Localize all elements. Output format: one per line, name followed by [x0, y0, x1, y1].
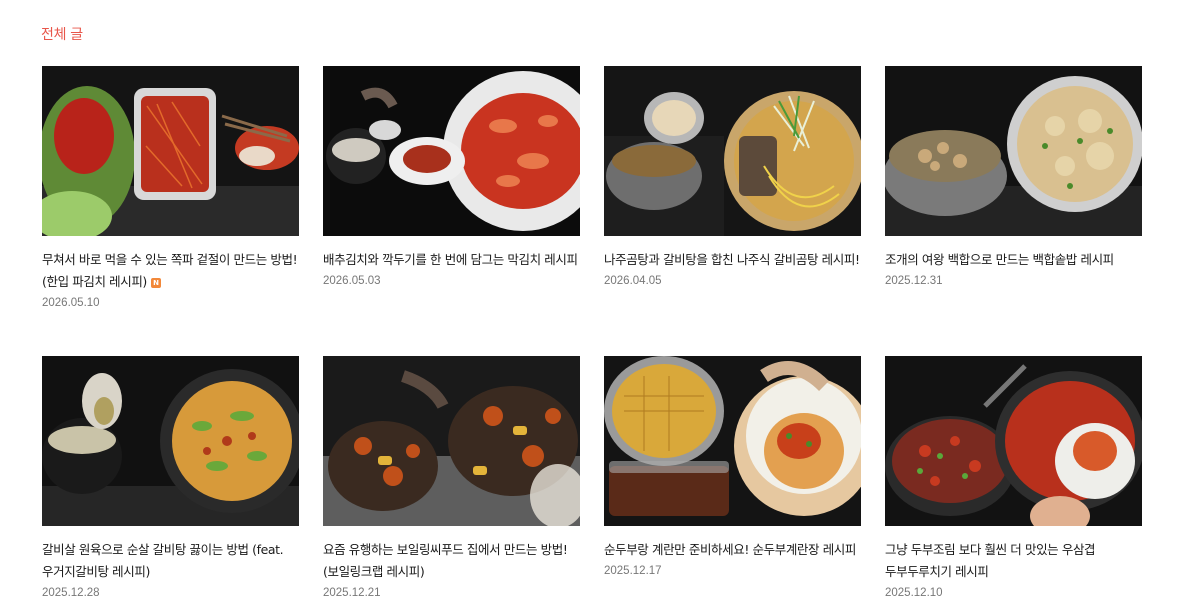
- post-date: 2026.05.03: [323, 275, 381, 287]
- section-title: 전체 글: [41, 27, 83, 43]
- post-title-wrap[interactable]: 무쳐서 바로 먹을 수 있는 쪽파 겉절이 만드는 방법! (한입 파김치 레시…: [42, 249, 299, 293]
- post-thumbnail[interactable]: [42, 356, 299, 526]
- post-thumbnail[interactable]: [885, 356, 1142, 526]
- post-card[interactable]: 갈비살 원육으로 순살 갈비탕 끓이는 방법 (feat. 우거지갈비탕 레시피…: [42, 356, 299, 616]
- post-card[interactable]: 조개의 여왕 백합으로 만드는 백합솥밥 레시피 2025.12.31: [885, 66, 1142, 356]
- post-card[interactable]: 그냥 두부조림 보다 훨씬 더 맛있는 우삼겹 두부두루치기 레시피 2025.…: [885, 356, 1142, 616]
- post-title[interactable]: 요즘 유행하는 보일링씨푸드 집에서 만드는 방법! (보일링크랩 레시피): [323, 539, 580, 583]
- post-thumbnail[interactable]: [885, 66, 1142, 236]
- post-thumbnail[interactable]: [604, 66, 861, 236]
- post-thumbnail[interactable]: [604, 356, 861, 526]
- post-card[interactable]: 무쳐서 바로 먹을 수 있는 쪽파 겉절이 만드는 방법! (한입 파김치 레시…: [42, 66, 299, 356]
- post-thumbnail[interactable]: [42, 66, 299, 236]
- post-title[interactable]: 갈비살 원육으로 순살 갈비탕 끓이는 방법 (feat. 우거지갈비탕 레시피…: [42, 539, 299, 583]
- post-title[interactable]: 나주곰탕과 갈비탕을 합친 나주식 갈비곰탕 레시피!: [604, 249, 861, 271]
- post-card[interactable]: 배추김치와 깍두기를 한 번에 담그는 막김치 레시피 2026.05.03: [323, 66, 580, 356]
- blog-post-list-page: 전체 글 무쳐서 바로 먹을 수 있는 쪽파 겉절이 만드는 방법! (한입 파…: [0, 0, 1194, 615]
- post-date: 2025.12.28: [42, 587, 100, 599]
- post-date: 2025.12.31: [885, 275, 943, 287]
- post-date: 2026.04.05: [604, 275, 662, 287]
- post-title[interactable]: 배추김치와 깍두기를 한 번에 담그는 막김치 레시피: [323, 249, 580, 271]
- post-card[interactable]: 순두부랑 계란만 준비하세요! 순두부계란장 레시피 2025.12.17: [604, 356, 861, 616]
- post-thumbnail[interactable]: [323, 356, 580, 526]
- post-title[interactable]: 무쳐서 바로 먹을 수 있는 쪽파 겉절이 만드는 방법! (한입 파김치 레시…: [42, 252, 298, 289]
- post-date: 2025.12.10: [885, 587, 943, 599]
- post-title[interactable]: 순두부랑 계란만 준비하세요! 순두부계란장 레시피: [604, 539, 861, 561]
- post-grid: 무쳐서 바로 먹을 수 있는 쪽파 겉절이 만드는 방법! (한입 파김치 레시…: [42, 66, 1142, 616]
- post-date: 2025.12.17: [604, 565, 662, 577]
- post-title[interactable]: 조개의 여왕 백합으로 만드는 백합솥밥 레시피: [885, 249, 1142, 271]
- post-date: 2025.12.21: [323, 587, 381, 599]
- post-thumbnail[interactable]: [323, 66, 580, 236]
- post-card[interactable]: 요즘 유행하는 보일링씨푸드 집에서 만드는 방법! (보일링크랩 레시피) 2…: [323, 356, 580, 616]
- post-date: 2026.05.10: [42, 297, 100, 309]
- post-title[interactable]: 그냥 두부조림 보다 훨씬 더 맛있는 우삼겹 두부두루치기 레시피: [885, 539, 1142, 583]
- new-post-badge: N: [150, 277, 161, 288]
- post-card[interactable]: 나주곰탕과 갈비탕을 합친 나주식 갈비곰탕 레시피! 2026.04.05: [604, 66, 861, 356]
